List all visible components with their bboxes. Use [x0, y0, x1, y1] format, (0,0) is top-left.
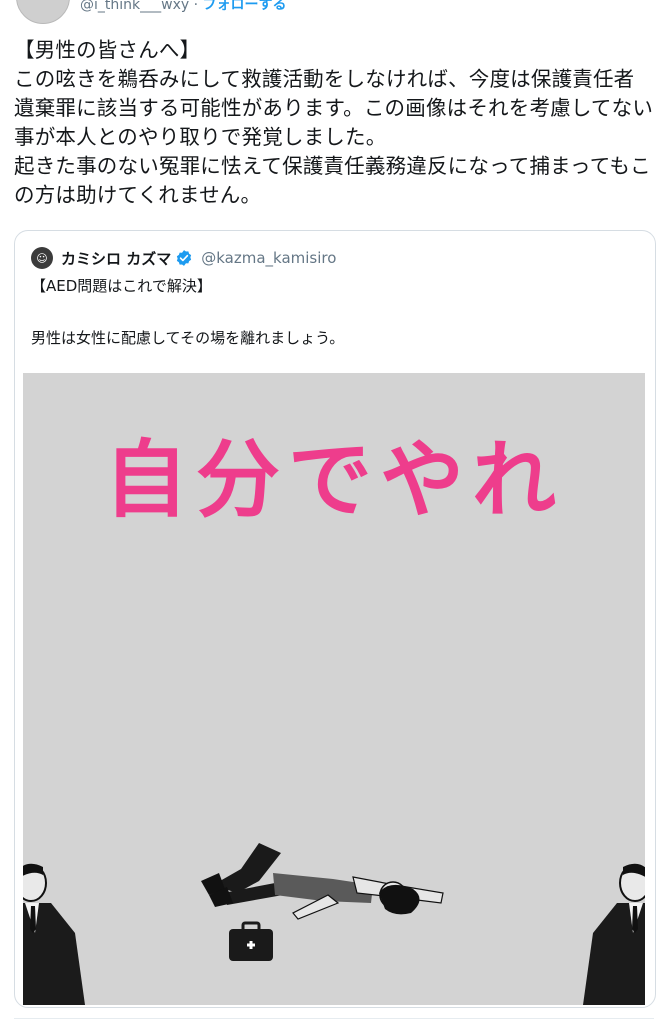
tweet-text: 【男性の皆さんへ】 この呟きを鵜呑みにして救護活動をしなければ、今度は保護責任者…: [14, 38, 654, 207]
avatar[interactable]: [16, 0, 70, 24]
illustration: [23, 843, 645, 1005]
quote-header: ☺ カミシロ カズマ @kazma_kamisiro: [31, 247, 336, 269]
tweet-header: @i_think___wxy · フォローする: [0, 0, 662, 24]
quote-text-line2: 男性は女性に配慮してその場を離れましょう。: [31, 329, 345, 347]
divider: [14, 1018, 654, 1019]
separator: ·: [193, 0, 199, 13]
fallen-woman-figure: [201, 843, 444, 920]
quote-text-line1: 【AED問題はこれで解決】: [31, 277, 212, 295]
follow-button[interactable]: フォローする: [203, 0, 287, 13]
verified-badge-icon: [177, 250, 192, 266]
quoted-tweet[interactable]: ☺ カミシロ カズマ @kazma_kamisiro 【AED問題はこれで解決】…: [14, 230, 656, 1008]
author-handle[interactable]: @i_think___wxy: [80, 0, 189, 13]
quote-image[interactable]: 自分でやれ: [23, 373, 645, 1005]
quote-avatar[interactable]: ☺: [31, 247, 53, 269]
author-line: @i_think___wxy · フォローする: [80, 0, 287, 14]
aed-case-icon[interactable]: [229, 921, 273, 961]
left-man-figure: [23, 863, 85, 1005]
right-man-figure: [583, 863, 645, 1005]
quote-author-handle[interactable]: @kazma_kamisiro: [201, 249, 336, 267]
quote-author-name[interactable]: カミシロ カズマ: [61, 248, 171, 269]
